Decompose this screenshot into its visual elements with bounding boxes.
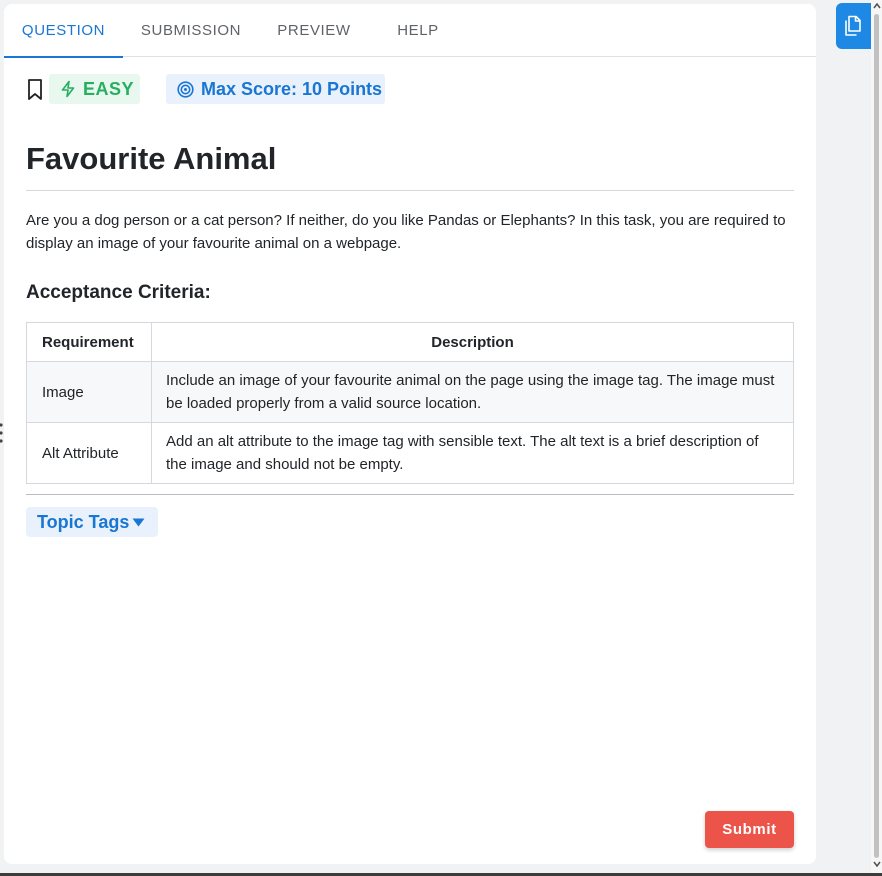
topic-tags-toggle[interactable]: Topic Tags — [26, 507, 158, 537]
bookmark-icon[interactable] — [26, 78, 44, 102]
target-icon — [177, 81, 194, 98]
criteria-table: Requirement Description Image Include an… — [26, 322, 794, 484]
tab-bar: QUESTION SUBMISSION PREVIEW HELP — [4, 4, 816, 58]
scroll-down-arrow-icon[interactable] — [873, 860, 881, 868]
scrollbar-thumb[interactable] — [874, 14, 879, 858]
difficulty-badge: EASY — [49, 74, 140, 104]
title-divider — [26, 190, 794, 191]
column-header-requirement: Requirement — [26, 322, 152, 362]
problem-title: Favourite Animal — [26, 141, 277, 176]
lightning-icon — [61, 80, 75, 98]
description-cell: Include an image of your favourite anima… — [151, 361, 794, 423]
file-copy-icon — [845, 15, 861, 36]
side-panel-toggle-button[interactable] — [836, 3, 872, 49]
topic-divider — [26, 494, 794, 495]
question-panel: QUESTION SUBMISSION PREVIEW HELP EASY Ma… — [4, 4, 816, 864]
acceptance-criteria-heading: Acceptance Criteria: — [26, 282, 211, 303]
difficulty-label: EASY — [83, 79, 135, 99]
max-score-badge: Max Score: 10 Points — [166, 74, 385, 104]
table-row: Image Include an image of your favourite… — [26, 361, 794, 423]
scroll-up-arrow-icon[interactable] — [873, 2, 881, 10]
table-header-row: Requirement Description — [26, 322, 794, 362]
table-row: Alt Attribute Add an alt attribute to th… — [26, 422, 794, 484]
requirement-cell: Alt Attribute — [26, 422, 152, 484]
submit-button[interactable]: Submit — [705, 811, 794, 848]
description-cell: Add an alt attribute to the image tag wi… — [151, 422, 794, 484]
problem-description: Are you a dog person or a cat person? If… — [26, 212, 786, 252]
column-header-description: Description — [151, 322, 794, 362]
drag-handle-icon[interactable] — [0, 422, 4, 446]
topic-tags-label: Topic Tags — [37, 512, 130, 532]
max-score-label: Max Score: 10 Points — [201, 79, 383, 99]
tab-question[interactable]: QUESTION — [4, 4, 123, 58]
tab-preview[interactable]: PREVIEW — [268, 4, 360, 57]
tab-help[interactable]: HELP — [384, 4, 452, 57]
requirement-cell: Image — [26, 361, 152, 423]
tab-submission[interactable]: SUBMISSION — [136, 4, 246, 57]
caret-down-icon — [132, 518, 145, 527]
